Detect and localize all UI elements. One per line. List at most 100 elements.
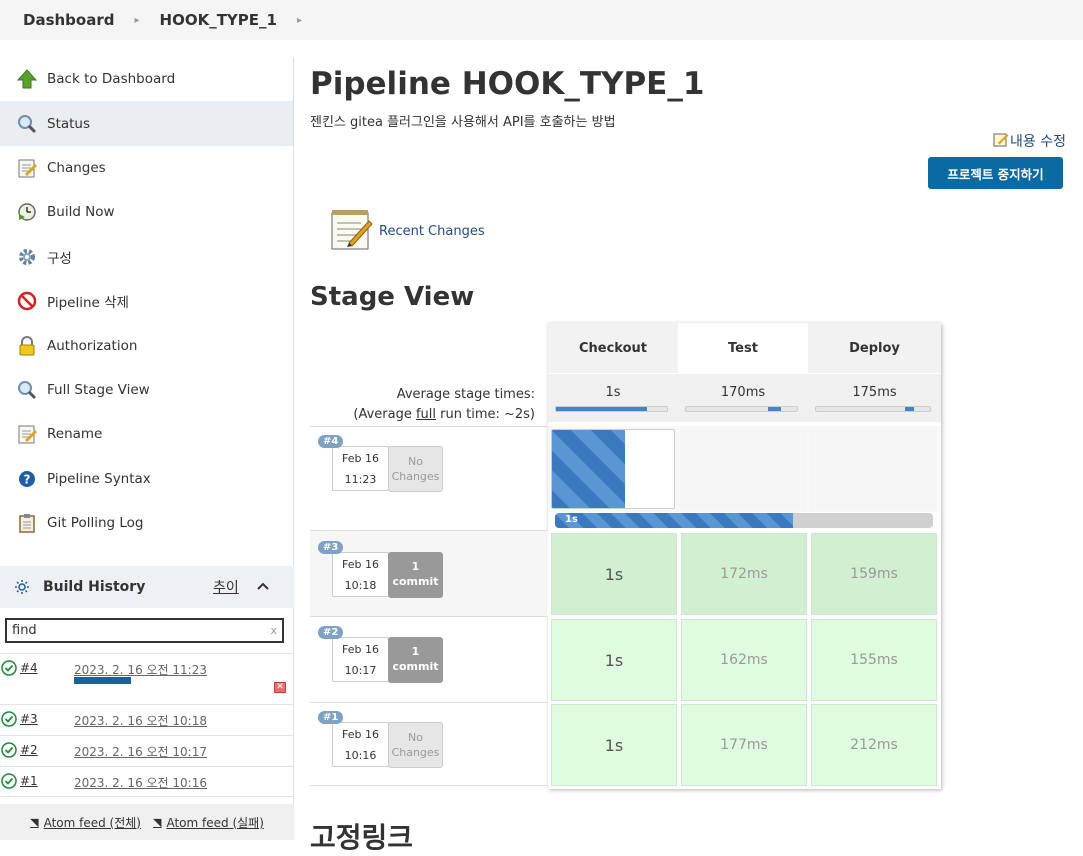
sidebar-item-label: Changes bbox=[47, 159, 106, 176]
build-date: Feb 16 10:17 bbox=[332, 637, 389, 682]
sidebar-item-rename[interactable]: Rename bbox=[0, 412, 293, 456]
build-date-link[interactable]: 2023. 2. 16 오전 10:16 bbox=[74, 774, 207, 791]
help-icon: ? bbox=[16, 468, 38, 490]
build-badge[interactable]: #1 bbox=[318, 711, 344, 724]
breadcrumb: Dashboard ▸ HOOK_TYPE_1 ▸ bbox=[0, 0, 1083, 40]
build-number-link[interactable]: #1 bbox=[20, 774, 38, 788]
stage-header-test: Test bbox=[678, 323, 808, 373]
stage-cell-success[interactable]: 1s bbox=[551, 533, 677, 615]
running-stripe bbox=[552, 430, 625, 508]
build-progress-fill bbox=[555, 513, 794, 528]
build-number-link[interactable]: #2 bbox=[20, 743, 38, 757]
build-history-row[interactable]: #3 2023. 2. 16 오전 10:18 bbox=[0, 704, 294, 735]
sidebar-item-label: Status bbox=[47, 115, 91, 132]
stage-cell-success[interactable]: 1s bbox=[551, 704, 677, 786]
build-progress-label: 1s bbox=[565, 514, 578, 525]
build-history-header: Build History 추이 bbox=[0, 566, 294, 608]
stage-cell-success[interactable]: 162ms bbox=[681, 619, 807, 701]
build-history-icon bbox=[14, 579, 30, 595]
stage-cell-success[interactable]: 155ms bbox=[811, 619, 937, 701]
sidebar-item-full-stage-view[interactable]: Full Stage View bbox=[0, 368, 293, 412]
recent-changes-link[interactable]: Recent Changes bbox=[329, 207, 485, 255]
build-number-link[interactable]: #4 bbox=[20, 661, 38, 675]
sidebar-item-status[interactable]: Status bbox=[0, 101, 293, 146]
breadcrumb-dashboard[interactable]: Dashboard bbox=[23, 11, 114, 29]
stage-cell-success[interactable]: 212ms bbox=[811, 704, 937, 786]
sidebar-item-label: Full Stage View bbox=[47, 381, 150, 398]
chevron-up-icon[interactable] bbox=[256, 579, 270, 595]
build-history-row[interactable]: #2 2023. 2. 16 오전 10:17 bbox=[0, 735, 294, 766]
sidebar-item-authorization[interactable]: Authorization bbox=[0, 323, 293, 367]
build-row-header[interactable]: #1 Feb 16 10:16 No Changes bbox=[310, 702, 548, 786]
build-date-link[interactable]: 2023. 2. 16 오전 10:18 bbox=[74, 712, 207, 729]
search-input-value: find bbox=[12, 623, 37, 638]
build-changes[interactable]: 1 commit bbox=[388, 552, 443, 598]
build-history-row[interactable]: #1 2023. 2. 16 오전 10:16 bbox=[0, 766, 294, 797]
atom-feed-failed-link[interactable]: ◥ Atom feed (실패) bbox=[153, 814, 264, 831]
sidebar-item-delete-pipeline[interactable]: Pipeline 삭제 bbox=[0, 279, 293, 323]
atom-feed-all-link[interactable]: ◥ Atom feed (전체) bbox=[30, 814, 141, 831]
build-row-header[interactable]: #3 Feb 16 10:18 1 commit bbox=[310, 530, 548, 616]
stage-view-table: Checkout Test Deploy 1s 170ms 175ms 1s 1… bbox=[548, 323, 941, 789]
average-time-fill bbox=[768, 407, 782, 411]
build-progress-bar bbox=[74, 677, 131, 684]
sidebar-item-build-now[interactable]: Build Now bbox=[0, 190, 293, 234]
stage-view: Average stage times: (Average full run t… bbox=[310, 323, 950, 793]
disable-project-button[interactable]: 프로젝트 중지하기 bbox=[928, 157, 1063, 189]
arrow-up-icon bbox=[16, 68, 38, 90]
build-number-link[interactable]: #3 bbox=[20, 712, 38, 726]
sidebar-item-git-polling-log[interactable]: Git Polling Log bbox=[0, 501, 293, 545]
sidebar-item-pipeline-syntax[interactable]: ? Pipeline Syntax bbox=[0, 457, 293, 501]
success-check-icon bbox=[1, 660, 17, 679]
notepad-icon bbox=[16, 423, 38, 445]
breadcrumb-chevron-icon[interactable]: ▸ bbox=[297, 15, 302, 26]
breadcrumb-job[interactable]: HOOK_TYPE_1 bbox=[160, 11, 277, 29]
sidebar-item-label: Git Polling Log bbox=[47, 515, 144, 532]
sidebar-item-back-to-dashboard[interactable]: Back to Dashboard bbox=[0, 57, 293, 101]
build-history-search-input[interactable]: find x bbox=[5, 618, 284, 643]
clear-icon[interactable]: x bbox=[270, 624, 277, 637]
build-row-header[interactable]: #4 Feb 16 11:23 No Changes bbox=[310, 426, 548, 510]
sidebar-item-label: Authorization bbox=[47, 337, 138, 354]
sidebar-item-changes[interactable]: Changes bbox=[0, 146, 293, 190]
search-icon bbox=[16, 113, 38, 135]
stage-cell-success[interactable]: 159ms bbox=[811, 533, 937, 615]
build-history-title: Build History bbox=[43, 579, 146, 595]
build-badge[interactable]: #4 bbox=[318, 435, 344, 448]
stage-cell-success[interactable]: 172ms bbox=[681, 533, 807, 615]
average-time-bar bbox=[685, 406, 798, 412]
gear-icon bbox=[16, 246, 38, 268]
build-date-link[interactable]: 2023. 2. 16 오전 10:17 bbox=[74, 743, 207, 760]
atom-feeds: ◥ Atom feed (전체) ◥ Atom feed (실패) bbox=[0, 804, 294, 840]
build-date-link[interactable]: 2023. 2. 16 오전 11:23 bbox=[74, 661, 207, 678]
full-run-link[interactable]: full bbox=[416, 407, 436, 422]
build-row-header[interactable]: #2 Feb 16 10:17 1 commit bbox=[310, 616, 548, 702]
edit-description-link[interactable]: 내용 수정 bbox=[993, 131, 1066, 151]
notepad-pencil-icon bbox=[329, 207, 373, 255]
build-history-trend-link[interactable]: 추이 bbox=[213, 577, 239, 597]
build-badge[interactable]: #2 bbox=[318, 626, 344, 639]
sidebar: Back to Dashboard Status Changes Build N… bbox=[0, 57, 294, 840]
build-changes[interactable]: 1 commit bbox=[388, 637, 443, 683]
breadcrumb-chevron-icon[interactable]: ▸ bbox=[134, 15, 139, 26]
sidebar-item-label: 구성 bbox=[47, 250, 72, 267]
average-time-bar bbox=[815, 406, 931, 412]
sidebar-item-configure[interactable]: 구성 bbox=[0, 235, 293, 279]
rss-icon: ◥ bbox=[153, 815, 162, 829]
build-date: Feb 16 10:16 bbox=[332, 722, 389, 767]
average-time-bar bbox=[555, 406, 668, 412]
build-changes[interactable]: No Changes bbox=[388, 722, 443, 768]
clock-play-icon bbox=[16, 201, 38, 223]
stage-cell-success[interactable]: 1s bbox=[551, 619, 677, 701]
sidebar-item-label: Build Now bbox=[47, 204, 115, 221]
average-stage-times-label: Average stage times: (Average full run t… bbox=[353, 387, 535, 422]
build-badge[interactable]: #3 bbox=[318, 541, 344, 554]
build-changes[interactable]: No Changes bbox=[388, 446, 443, 492]
stage-cell-success[interactable]: 177ms bbox=[681, 704, 807, 786]
cancel-build-icon[interactable]: ✕ bbox=[274, 682, 286, 693]
stage-cell-running[interactable] bbox=[551, 429, 675, 509]
search-icon bbox=[16, 379, 38, 401]
stage-cell-empty bbox=[680, 429, 806, 511]
build-history-row[interactable]: #4 2023. 2. 16 오전 11:23 ✕ bbox=[0, 653, 294, 704]
success-check-icon bbox=[1, 742, 17, 761]
